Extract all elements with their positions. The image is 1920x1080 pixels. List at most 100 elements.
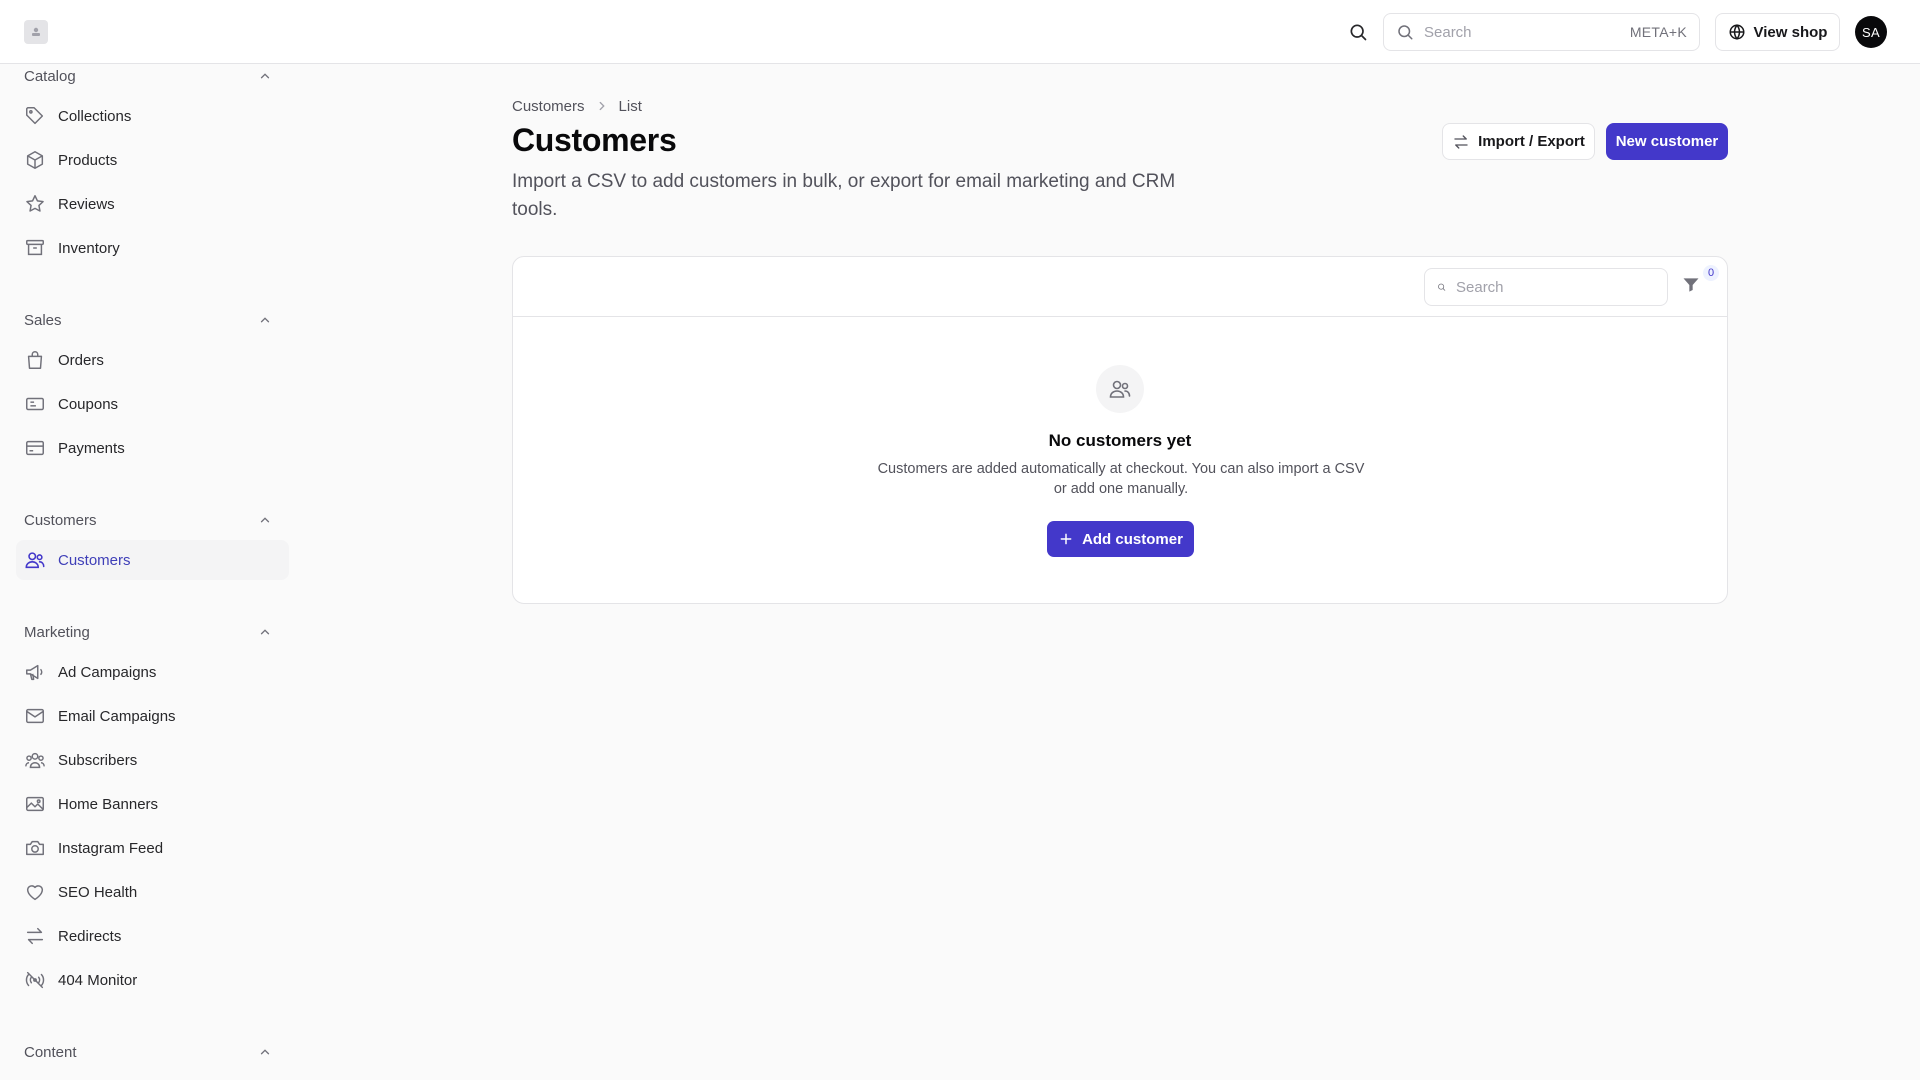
- global-search-input[interactable]: [1424, 23, 1630, 41]
- globe-icon: [1729, 24, 1745, 40]
- sidebar-section-customers[interactable]: Customers: [24, 508, 280, 532]
- empty-state-description: Customers are added automatically at che…: [877, 461, 1365, 497]
- add-customer-label: Add customer: [1082, 530, 1183, 548]
- sidebar-item-customers[interactable]: Customers: [16, 540, 289, 580]
- camera-icon: [26, 840, 44, 856]
- search-icon: [1398, 25, 1413, 40]
- heart-icon: [26, 885, 44, 901]
- customers-table-card: 0 No customers yet Customers are added a…: [512, 256, 1728, 604]
- sidebar-item-email-campaigns[interactable]: Email Campaigns: [16, 696, 289, 736]
- page-description: Import a CSV to add customers in bulk, o…: [512, 171, 1176, 220]
- global-search[interactable]: META+K: [1383, 13, 1700, 51]
- sidebar-item-label: Coupons: [58, 395, 119, 413]
- subscribers-icon: [25, 752, 45, 769]
- users-icon: [25, 552, 45, 569]
- sidebar-item-label: Reviews: [58, 195, 115, 213]
- sidebar-section-title: Content: [24, 1043, 77, 1061]
- sidebar-section-title: Sales: [24, 311, 62, 329]
- sidebar-section-content[interactable]: Content: [24, 1040, 280, 1064]
- breadcrumb-item-list: List: [618, 97, 642, 115]
- arrows-icon: [1454, 134, 1468, 149]
- sidebar-section-title: Catalog: [24, 67, 76, 85]
- sidebar-item-404-monitor[interactable]: 404 Monitor: [16, 960, 289, 1000]
- credit-card-icon: [26, 440, 44, 456]
- import-export-label: Import / Export: [1478, 133, 1585, 150]
- sidebar-section-catalog[interactable]: Catalog: [24, 64, 280, 88]
- sidebar-item-seo-health[interactable]: SEO Health: [16, 872, 289, 912]
- ticket-icon: [26, 397, 44, 411]
- sidebar-item-inventory[interactable]: Inventory: [16, 228, 289, 268]
- sidebar-item-reviews[interactable]: Reviews: [16, 184, 289, 224]
- top-bar: META+K View shop SA: [0, 0, 1920, 64]
- sidebar-item-label: Home Banners: [58, 795, 159, 813]
- sidebar-section-title: Customers: [24, 511, 97, 529]
- chevron-up-icon: [260, 73, 270, 79]
- tag-icon: [26, 107, 44, 125]
- sidebar-item-subscribers[interactable]: Subscribers: [16, 740, 289, 780]
- new-customer-button[interactable]: New customer: [1606, 123, 1728, 160]
- signal-off-icon: [25, 971, 45, 989]
- sidebar-section-sales[interactable]: Sales: [24, 308, 280, 332]
- table-toolbar: 0: [513, 257, 1727, 317]
- sidebar-item-label: SEO Health: [58, 883, 138, 901]
- sidebar-item-instagram-feed[interactable]: Instagram Feed: [16, 828, 289, 868]
- logo-icon: [32, 27, 40, 36]
- sidebar-item-label: Collections: [58, 107, 132, 125]
- sidebar-item-label: Ad Campaigns: [58, 663, 157, 681]
- chevron-right-icon: [599, 101, 605, 111]
- archive-icon: [26, 239, 44, 256]
- users-icon: [1109, 380, 1131, 398]
- sidebar-item-label: Payments: [58, 439, 125, 457]
- sidebar-item-coupons[interactable]: Coupons: [16, 384, 289, 424]
- add-customer-button[interactable]: Add customer: [1047, 521, 1194, 557]
- sidebar-item-collections[interactable]: Collections: [16, 96, 289, 136]
- search-toggle-button[interactable]: [1344, 20, 1372, 44]
- view-shop-button[interactable]: View shop: [1715, 13, 1840, 51]
- import-export-button[interactable]: Import / Export: [1442, 123, 1595, 160]
- user-avatar[interactable]: SA: [1855, 16, 1887, 48]
- star-icon: [26, 195, 44, 212]
- chevron-up-icon: [260, 517, 270, 523]
- search-icon: [1350, 24, 1367, 41]
- search-shortcut-hint: META+K: [1629, 24, 1687, 40]
- empty-state-title: No customers yet: [1048, 431, 1192, 450]
- image-icon: [26, 796, 44, 812]
- breadcrumb-item-customers[interactable]: Customers: [512, 98, 585, 115]
- plus-icon: [1060, 533, 1072, 545]
- table-search-input[interactable]: [1456, 278, 1655, 296]
- arrows-icon: [26, 927, 44, 945]
- sidebar: Catalog Collections Products Reviews Inv…: [0, 64, 300, 1080]
- sidebar-item-label: 404 Monitor: [58, 971, 138, 989]
- sidebar-item-orders[interactable]: Orders: [16, 340, 289, 380]
- chevron-up-icon: [260, 629, 270, 635]
- sidebar-item-label: Orders: [58, 351, 104, 369]
- sidebar-item-label: Subscribers: [58, 751, 138, 769]
- table-search[interactable]: [1424, 268, 1668, 306]
- shopping-bag-icon: [27, 351, 43, 369]
- search-icon: [1438, 283, 1446, 291]
- sidebar-item-products[interactable]: Products: [16, 140, 289, 180]
- empty-state-icon-wrap: [1096, 365, 1144, 413]
- sidebar-item-label: Products: [58, 151, 118, 169]
- sidebar-item-label: Inventory: [58, 239, 120, 257]
- sidebar-section-title: Marketing: [24, 623, 90, 641]
- megaphone-icon: [26, 664, 43, 681]
- filter-icon: [1683, 278, 1699, 292]
- sidebar-item-label: Customers: [58, 551, 131, 569]
- sidebar-section-marketing[interactable]: Marketing: [24, 620, 280, 644]
- sidebar-item-ad-campaigns[interactable]: Ad Campaigns: [16, 652, 289, 692]
- view-shop-label: View shop: [1753, 23, 1828, 41]
- sidebar-item-label: Email Campaigns: [58, 707, 176, 725]
- sidebar-item-label: Instagram Feed: [58, 839, 164, 857]
- filter-count-badge: 0: [1703, 265, 1719, 281]
- chevron-up-icon: [260, 317, 270, 323]
- sidebar-item-redirects[interactable]: Redirects: [16, 916, 289, 956]
- sidebar-item-home-banners[interactable]: Home Banners: [16, 784, 289, 824]
- box-icon: [26, 151, 44, 169]
- store-logo[interactable]: [24, 20, 48, 44]
- sidebar-item-label: Redirects: [58, 927, 122, 945]
- mail-icon: [26, 708, 44, 724]
- page-title: Customers: [512, 122, 677, 158]
- breadcrumb: Customers List: [512, 96, 642, 116]
- sidebar-item-payments[interactable]: Payments: [16, 428, 289, 468]
